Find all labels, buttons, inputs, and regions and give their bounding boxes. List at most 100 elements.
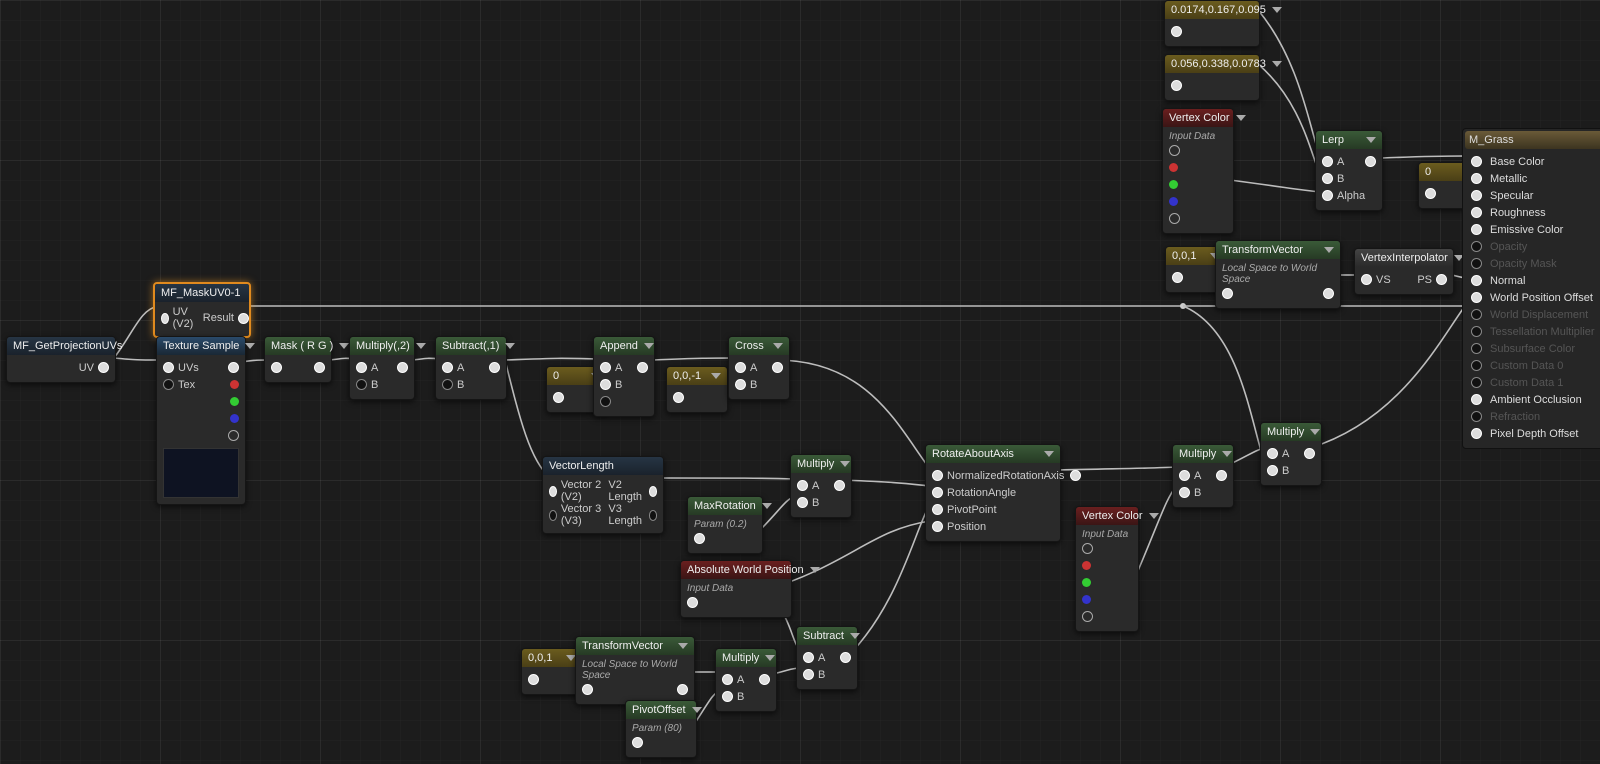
node-append[interactable]: Append A B <box>593 336 655 417</box>
r-pin[interactable] <box>1082 561 1091 570</box>
input-pin[interactable] <box>1179 470 1190 481</box>
chevron-down-icon[interactable] <box>850 633 860 639</box>
input-pin[interactable] <box>163 362 174 373</box>
input-pin[interactable] <box>1471 207 1482 218</box>
result-pin[interactable]: Emissive Color <box>1471 221 1597 238</box>
result-pin[interactable]: Metallic <box>1471 170 1597 187</box>
input-pin[interactable] <box>722 691 733 702</box>
input-pin[interactable] <box>932 504 943 515</box>
chevron-down-icon[interactable] <box>711 373 721 379</box>
node-vertex-interpolator[interactable]: VertexInterpolator VS PS <box>1354 248 1454 295</box>
node-transform-vector-2[interactable]: TransformVector Local Space to World Spa… <box>1215 240 1341 309</box>
output-pin[interactable] <box>1216 470 1227 481</box>
node-color-a[interactable]: 0.0174,0.167,0.095 <box>1164 0 1260 47</box>
chevron-down-icon[interactable] <box>416 343 426 349</box>
input-pin[interactable] <box>442 379 453 390</box>
chevron-down-icon[interactable] <box>1044 451 1054 457</box>
chevron-down-icon[interactable] <box>1272 61 1282 67</box>
node-multiply-c[interactable]: Multiply A B <box>1172 444 1234 508</box>
chevron-down-icon[interactable] <box>1222 451 1232 457</box>
result-pin[interactable]: Pixel Depth Offset <box>1471 425 1597 442</box>
node-texture-sample[interactable]: Texture Sample UVs Tex <box>156 336 246 505</box>
input-pin[interactable] <box>1322 156 1333 167</box>
node-max-rotation[interactable]: MaxRotation Param (0.2) <box>687 496 763 554</box>
result-pin[interactable]: Base Color <box>1471 153 1597 170</box>
output-pin[interactable] <box>489 362 500 373</box>
output-pin[interactable] <box>649 486 657 497</box>
output-pin[interactable] <box>673 392 684 403</box>
output-pin[interactable] <box>600 396 611 407</box>
input-pin[interactable] <box>1471 224 1482 235</box>
input-pin[interactable] <box>932 487 943 498</box>
rgba-pin[interactable] <box>1169 145 1180 156</box>
input-pin[interactable] <box>1179 487 1190 498</box>
node-vertex-color-1[interactable]: Vertex Color Input Data <box>1162 108 1234 234</box>
input-pin[interactable] <box>1222 288 1233 299</box>
chevron-down-icon[interactable] <box>773 343 783 349</box>
output-pin[interactable] <box>1304 448 1315 459</box>
output-pin[interactable] <box>98 362 109 373</box>
node-const-001m[interactable]: 0,0,-1 <box>666 366 728 413</box>
node-subtract-c[interactable]: Subtract A B <box>796 626 858 690</box>
node-mask-rg[interactable]: Mask ( R G ) <box>264 336 332 383</box>
output-pin[interactable] <box>397 362 408 373</box>
chevron-down-icon[interactable] <box>505 343 515 349</box>
r-pin[interactable] <box>1169 163 1178 172</box>
chevron-down-icon[interactable] <box>1310 429 1320 435</box>
input-pin[interactable] <box>1471 173 1482 184</box>
chevron-down-icon[interactable] <box>1272 7 1282 13</box>
input-pin[interactable] <box>1471 394 1482 405</box>
output-pin[interactable] <box>1425 188 1436 199</box>
g-channel-pin[interactable] <box>230 397 239 406</box>
input-pin[interactable] <box>161 313 169 324</box>
input-pin[interactable] <box>1471 275 1482 286</box>
node-const-001b[interactable]: 0,0,1 <box>521 648 583 695</box>
chevron-down-icon[interactable] <box>765 655 775 661</box>
material-result-node[interactable]: M_Grass Base ColorMetallicSpecularRoughn… <box>1462 128 1600 449</box>
chevron-down-icon[interactable] <box>245 343 255 349</box>
input-pin[interactable] <box>582 684 593 695</box>
output-pin[interactable] <box>1436 274 1447 285</box>
input-pin[interactable] <box>1361 274 1372 285</box>
input-pin[interactable] <box>549 510 557 521</box>
a-pin[interactable] <box>1169 213 1180 224</box>
output-pin[interactable] <box>314 362 325 373</box>
input-pin[interactable] <box>600 362 611 373</box>
output-pin[interactable] <box>637 362 648 373</box>
node-multiply-b[interactable]: Multiply A B <box>715 648 777 712</box>
node-vertex-color-2[interactable]: Vertex Color Input Data <box>1075 506 1139 632</box>
input-pin[interactable] <box>356 362 367 373</box>
b-pin[interactable] <box>1169 197 1178 206</box>
node-multiply-2[interactable]: Multiply(,2) A B <box>349 336 415 400</box>
input-pin[interactable] <box>722 674 733 685</box>
output-pin[interactable] <box>772 362 783 373</box>
output-pin[interactable] <box>694 533 705 544</box>
input-pin[interactable] <box>271 362 282 373</box>
output-pin[interactable] <box>1172 272 1183 283</box>
chevron-down-icon[interactable] <box>339 343 349 349</box>
node-color-b[interactable]: 0.056,0.338,0.0783 <box>1164 54 1260 101</box>
r-channel-pin[interactable] <box>230 380 239 389</box>
result-pin[interactable]: Normal <box>1471 272 1597 289</box>
input-pin[interactable] <box>735 362 746 373</box>
b-pin[interactable] <box>1082 595 1091 604</box>
result-pin[interactable]: Ambient Occlusion <box>1471 391 1597 408</box>
input-pin[interactable] <box>803 669 814 680</box>
chevron-down-icon[interactable] <box>762 503 772 509</box>
output-pin[interactable] <box>677 684 688 695</box>
output-pin[interactable] <box>840 652 851 663</box>
node-mask-uv[interactable]: MF_MaskUV0-1 UV (V2) Result <box>153 282 251 338</box>
output-pin[interactable] <box>687 597 698 608</box>
output-pin[interactable] <box>228 362 239 373</box>
output-pin[interactable] <box>834 480 845 491</box>
output-pin[interactable] <box>528 674 539 685</box>
node-multiply-d[interactable]: Multiply A B <box>1260 422 1322 486</box>
output-pin[interactable] <box>553 392 564 403</box>
input-pin[interactable] <box>356 379 367 390</box>
node-vector-length[interactable]: VectorLength Vector 2 (V2)V2 Length Vect… <box>542 456 664 534</box>
input-pin[interactable] <box>600 379 611 390</box>
chevron-down-icon[interactable] <box>644 343 654 349</box>
chevron-down-icon[interactable] <box>1324 247 1334 253</box>
node-get-projection-uvs[interactable]: MF_GetProjectionUVs UV <box>6 336 116 383</box>
node-cross[interactable]: Cross A B <box>728 336 790 400</box>
